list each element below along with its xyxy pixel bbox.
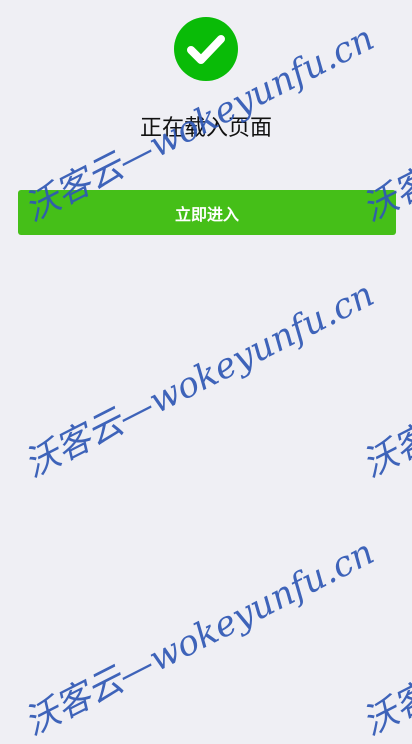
success-check-icon bbox=[174, 17, 238, 81]
watermark-text: 沃客云—wokeyunfu.cn bbox=[356, 532, 412, 744]
watermark-text: 沃客云—wokeyunfu.cn bbox=[18, 274, 381, 486]
enter-now-button[interactable]: 立即进入 bbox=[18, 190, 396, 235]
watermark-text: 沃客云—wokeyunfu.cn bbox=[18, 532, 381, 744]
watermark-text: 沃客云—wokeyunfu.cn bbox=[356, 274, 412, 486]
watermark-layer: 沃客云—wokeyunfu.cn 沃客云—wokeyunfu.cn 沃客云—wo… bbox=[0, 0, 412, 743]
loading-title: 正在载入页面 bbox=[139, 116, 272, 141]
